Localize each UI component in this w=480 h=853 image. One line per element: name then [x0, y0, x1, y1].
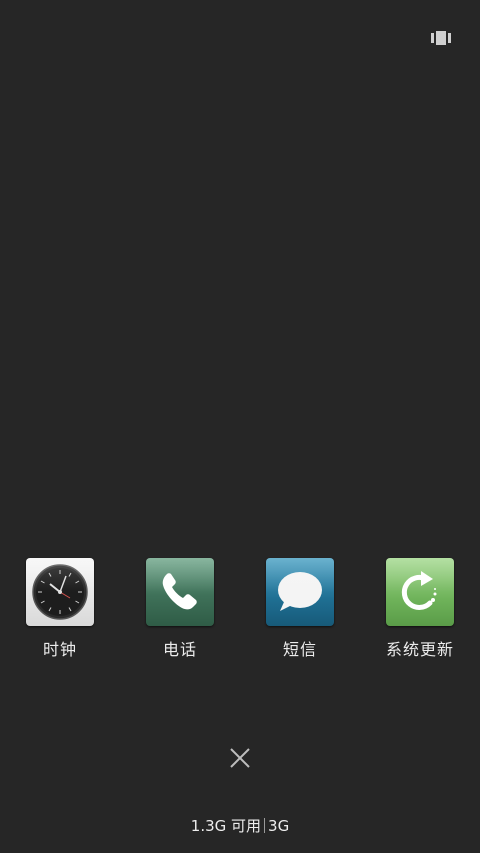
clock-icon: [26, 558, 94, 626]
view-toggle-button[interactable]: [430, 28, 452, 48]
recent-apps-screen: 时钟 电话 短信 系统更新 1.3G 可用 3G: [0, 0, 480, 853]
close-icon: [230, 748, 250, 768]
app-label: 短信: [282, 640, 317, 659]
app-label: 时钟: [42, 640, 77, 659]
clear-all-button[interactable]: [226, 744, 254, 772]
system-update-icon: [386, 558, 454, 626]
phone-icon: [146, 558, 214, 626]
app-phone[interactable]: 电话: [120, 558, 240, 668]
app-clock[interactable]: 时钟: [0, 558, 120, 668]
message-icon: [266, 558, 334, 626]
app-label: 系统更新: [385, 640, 454, 659]
view-mode-icon: [431, 31, 451, 45]
memory-total: 3G: [268, 817, 290, 835]
memory-status: 1.3G 可用 3G: [0, 815, 480, 836]
recent-apps-row: 时钟 电话 短信 系统更新: [0, 558, 480, 668]
app-messages[interactable]: 短信: [240, 558, 360, 668]
divider: [264, 818, 266, 833]
app-label: 电话: [162, 640, 197, 659]
memory-available: 1.3G 可用: [190, 817, 262, 835]
app-system-update[interactable]: 系统更新: [360, 558, 480, 668]
